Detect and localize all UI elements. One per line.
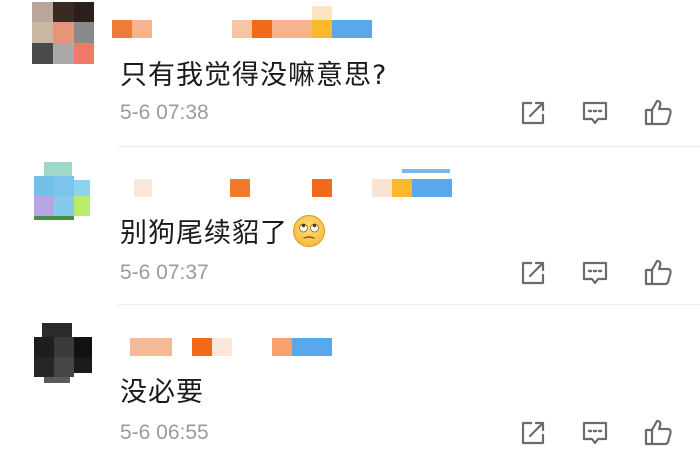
comment-icon [582, 261, 608, 285]
comment-time: 5-6 07:37 [120, 261, 209, 284]
thumbs-up-icon [644, 99, 672, 126]
comment-item: 只有我觉得没嘛意思? 5-6 07:38 [0, 0, 700, 150]
share-icon [521, 261, 545, 285]
like-button[interactable] [643, 257, 673, 287]
divider [118, 146, 700, 147]
share-button[interactable] [518, 418, 548, 448]
share-button[interactable] [518, 258, 548, 288]
comment-text: 别狗尾续貂了 [120, 211, 326, 255]
avatar[interactable] [32, 321, 94, 383]
reply-button[interactable] [580, 258, 610, 288]
like-button[interactable] [643, 97, 673, 127]
comment-time: 5-6 07:38 [120, 101, 209, 124]
thumbs-up-icon [644, 259, 672, 286]
comment-time: 5-6 06:55 [120, 421, 209, 444]
username[interactable] [130, 169, 460, 197]
comment-item: 没必要 5-6 06:55 [0, 305, 700, 451]
reply-button[interactable] [580, 98, 610, 128]
share-icon [521, 101, 545, 125]
comment-text: 只有我觉得没嘛意思? [120, 60, 388, 91]
reply-button[interactable] [580, 418, 610, 448]
comment-item: 别狗尾续貂了 5-6 07:37 [0, 150, 700, 305]
share-icon [521, 421, 545, 445]
username[interactable] [130, 338, 340, 356]
avatar[interactable] [32, 2, 94, 64]
like-button[interactable] [643, 417, 673, 447]
rolling-eyes-emoji [292, 214, 326, 255]
comment-icon [582, 101, 608, 125]
comment-icon [582, 421, 608, 445]
username[interactable] [112, 6, 374, 38]
share-button[interactable] [518, 98, 548, 128]
thumbs-up-icon [644, 419, 672, 446]
avatar[interactable] [32, 158, 94, 220]
comment-text: 没必要 [120, 377, 204, 408]
